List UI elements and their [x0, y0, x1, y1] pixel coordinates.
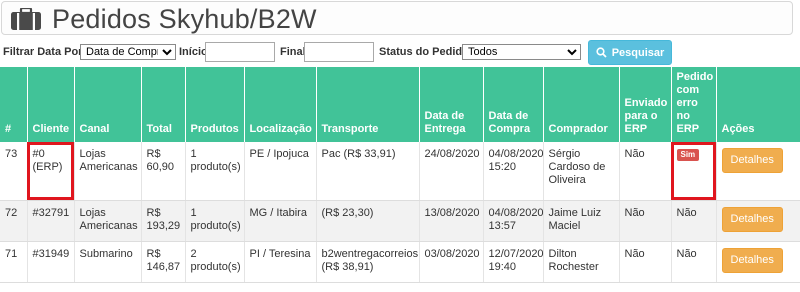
cell-data-entrega: 03/08/2020	[419, 241, 484, 283]
cell-data-entrega: 13/08/2020	[419, 200, 484, 242]
cell-erro-erp: Não	[671, 241, 717, 283]
cell-transporte: (R$ 23,30)	[316, 200, 420, 242]
col-data-entrega[interactable]: Data de Entrega	[419, 67, 484, 142]
col-id[interactable]: #	[0, 67, 28, 142]
error-badge: Sim	[676, 149, 700, 161]
cliente-text: #0 (ERP)	[32, 148, 63, 173]
cell-acoes: Detalhes	[716, 241, 800, 283]
cell-enviado-erp: Não	[619, 200, 672, 242]
briefcase-icon	[11, 8, 41, 30]
cell-produtos: 2 produto(s)	[185, 241, 245, 283]
details-button[interactable]: Detalhes	[721, 148, 783, 173]
cell-canal: Lojas Americanas	[74, 142, 142, 201]
page-title: Pedidos Skyhub/B2W	[52, 4, 317, 34]
filter-bar: Filtrar Data Por Data de Compra Início F…	[3, 40, 799, 65]
cell-id: 73	[0, 142, 28, 201]
cell-canal: Lojas Americanas	[74, 200, 142, 242]
cell-enviado-erp: Não	[619, 142, 672, 201]
start-label: Início	[179, 46, 208, 58]
end-label: Final	[280, 46, 306, 58]
cell-transporte: b2wentregacorreios (R$ 38,91)	[316, 241, 420, 283]
cell-enviado-erp: Não	[619, 241, 672, 283]
cell-id: 72	[0, 200, 28, 242]
cell-erro-erp: Não	[671, 200, 717, 242]
cell-acoes: Detalhes	[716, 142, 800, 201]
col-cliente[interactable]: Cliente	[27, 67, 75, 142]
cell-cliente: #32791	[27, 200, 75, 242]
cell-comprador: Jaime Luiz Maciel	[543, 200, 620, 242]
page-header: Pedidos Skyhub/B2W	[1, 1, 793, 35]
orders-table: # Cliente Canal Total Produtos Localizaç…	[0, 67, 800, 283]
cell-localizacao: PI / Teresina	[244, 241, 317, 283]
cell-cliente: #0 (ERP)	[27, 142, 75, 201]
cell-comprador: Dilton Rochester	[543, 241, 620, 283]
cell-erro-erp: Sim	[671, 142, 717, 201]
cell-total: R$ 146,87	[141, 241, 186, 283]
cell-acoes: Detalhes	[716, 200, 800, 242]
cell-produtos: 1 produto(s)	[185, 142, 245, 201]
cell-produtos: 1 produto(s)	[185, 200, 245, 242]
status-select[interactable]: Todos	[462, 44, 581, 60]
col-erro-erp[interactable]: Pedido com erro no ERP	[671, 67, 717, 142]
cell-data-compra: 04/08/2020 13:57	[483, 200, 544, 242]
end-date-input[interactable]	[304, 42, 374, 62]
date-by-label: Filtrar Data Por	[3, 46, 83, 58]
search-button-label: Pesquisar	[611, 46, 665, 59]
col-produtos[interactable]: Produtos	[185, 67, 245, 142]
date-by-select[interactable]: Data de Compra	[80, 44, 176, 60]
cell-data-entrega: 24/08/2020	[419, 142, 484, 201]
cell-data-compra: 04/08/2020 15:20	[483, 142, 544, 201]
status-label: Status do Pedido	[379, 46, 469, 58]
table-row[interactable]: 71 #31949 Submarino R$ 146,87 2 produto(…	[0, 241, 800, 283]
col-data-compra[interactable]: Data de Compra	[483, 67, 544, 142]
col-comprador[interactable]: Comprador	[543, 67, 620, 142]
cell-comprador: Sérgio Cardoso de Oliveira	[543, 142, 620, 201]
cell-localizacao: MG / Itabira	[244, 200, 317, 242]
cell-total: R$ 60,90	[141, 142, 186, 201]
cell-transporte: Pac (R$ 33,91)	[316, 142, 420, 201]
col-localizacao[interactable]: Localização	[244, 67, 317, 142]
cell-cliente: #31949	[27, 241, 75, 283]
cell-canal: Submarino	[74, 241, 142, 283]
col-total[interactable]: Total	[141, 67, 186, 142]
table-header-row: # Cliente Canal Total Produtos Localizaç…	[0, 67, 800, 142]
col-acoes: Ações	[716, 67, 800, 142]
table-row[interactable]: 73 #0 (ERP) Lojas Americanas R$ 60,90 1 …	[0, 142, 800, 201]
cell-data-compra: 12/07/2020 19:40	[483, 241, 544, 283]
details-button[interactable]: Detalhes	[721, 247, 783, 273]
cell-id: 71	[0, 241, 28, 283]
col-transporte[interactable]: Transporte	[316, 67, 420, 142]
search-icon	[596, 47, 607, 58]
cell-total: R$ 193,29	[141, 200, 186, 242]
details-button[interactable]: Detalhes	[721, 206, 783, 232]
col-canal[interactable]: Canal	[74, 67, 142, 142]
col-enviado-erp[interactable]: Enviado para o ERP	[619, 67, 672, 142]
cell-localizacao: PE / Ipojuca	[244, 142, 317, 201]
table-row[interactable]: 72 #32791 Lojas Americanas R$ 193,29 1 p…	[0, 200, 800, 242]
search-button[interactable]: Pesquisar	[588, 40, 672, 65]
start-date-input[interactable]	[205, 42, 275, 62]
